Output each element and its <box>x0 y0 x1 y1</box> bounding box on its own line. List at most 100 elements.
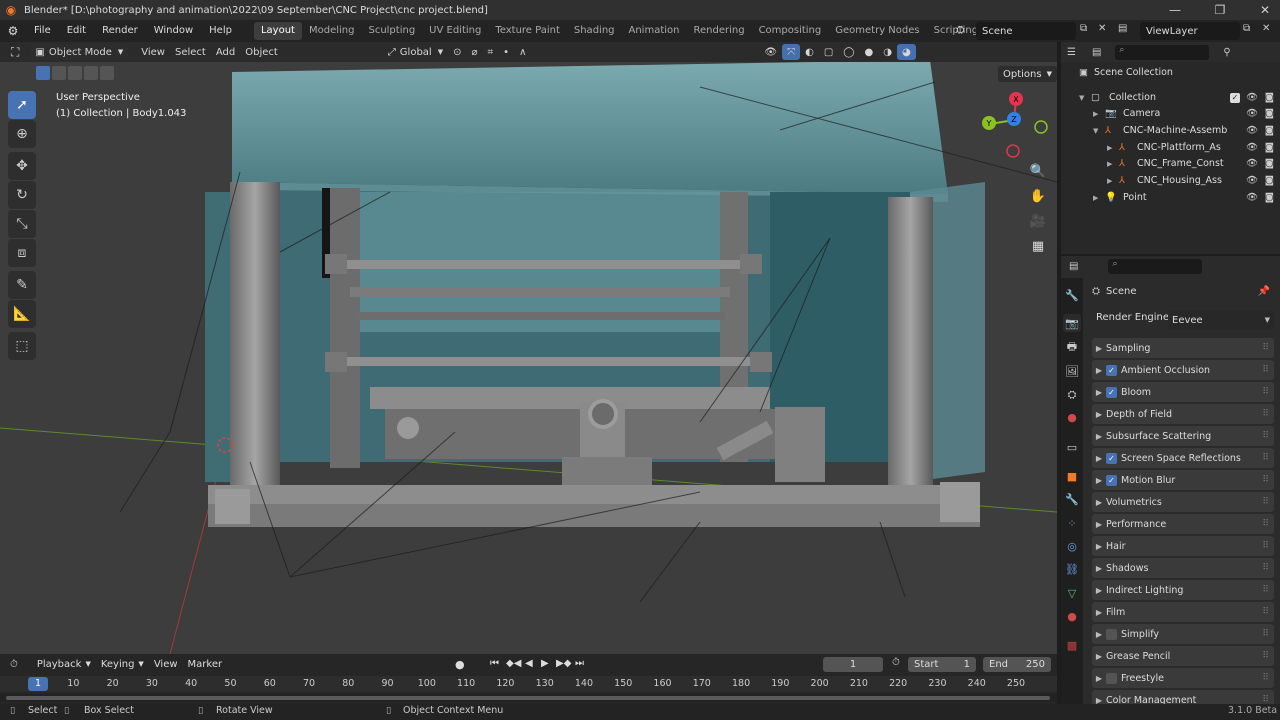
drag-grip-icon[interactable]: ⠿ <box>1262 651 1269 661</box>
play-icon[interactable]: ▶ <box>541 658 549 669</box>
outliner-search-input[interactable]: ⌕ <box>1115 44 1210 60</box>
tab-modeling[interactable]: Modeling <box>302 22 362 40</box>
rendered-shading-icon[interactable]: ◕ <box>896 44 916 60</box>
expand-arrow-icon[interactable]: ▼ <box>1079 94 1089 102</box>
select-new-icon[interactable] <box>36 66 50 80</box>
overlay-toggle-icon[interactable]: ◐ <box>800 44 819 60</box>
view-layer-tab-icon[interactable]: 🖼 <box>1063 362 1081 380</box>
proportional-edit-icon[interactable]: • <box>498 44 514 60</box>
panel-bloom[interactable]: ▶ ✓ Bloom ⠿ <box>1092 382 1274 402</box>
measure-tool-icon[interactable]: 📐 <box>8 300 36 328</box>
expand-arrow-icon[interactable]: ▶ <box>1107 144 1117 152</box>
delete-scene-icon[interactable]: ✕ <box>1098 23 1106 34</box>
outliner-item[interactable]: ▼ ⅄ CNC-Machine-Assemb 👁 ◙ <box>1061 122 1280 139</box>
tab-geometry-nodes[interactable]: Geometry Nodes <box>828 22 926 40</box>
drag-grip-icon[interactable]: ⠿ <box>1262 563 1269 573</box>
tab-rendering[interactable]: Rendering <box>686 22 751 40</box>
outliner-item[interactable]: ▶ 💡 Point 👁 ◙ <box>1061 189 1280 206</box>
tab-layout[interactable]: Layout <box>253 22 302 40</box>
timeline-editor-icon[interactable]: ⏱ <box>10 659 18 670</box>
outliner-item[interactable]: ▶ 📷 Camera 👁 ◙ <box>1061 105 1280 122</box>
new-view-layer-icon[interactable]: ⧉ <box>1243 23 1250 34</box>
modifiers-tab-icon[interactable]: 🔧 <box>1063 490 1081 508</box>
visibility-eye-icon[interactable]: 👁 <box>1246 142 1258 153</box>
render-visibility-icon[interactable]: ◙ <box>1265 125 1274 136</box>
menu-edit[interactable]: Edit <box>59 20 94 42</box>
drag-grip-icon[interactable]: ⠿ <box>1262 409 1269 419</box>
panel-simplify[interactable]: ▶ Simplify ⠿ <box>1092 624 1274 644</box>
new-scene-icon[interactable]: ⧉ <box>1080 23 1087 34</box>
select-subtract-icon[interactable] <box>68 66 82 80</box>
tab-compositing[interactable]: Compositing <box>752 22 829 40</box>
menu-add[interactable]: Add <box>211 44 240 60</box>
select-extend-icon[interactable] <box>52 66 66 80</box>
close-icon[interactable]: ✕ <box>1250 0 1280 20</box>
view-layer-field[interactable]: ViewLayer <box>1140 22 1240 40</box>
timeline-scrollbar[interactable] <box>6 696 1050 700</box>
3d-viewport[interactable] <box>0 42 1057 654</box>
render-visibility-icon[interactable]: ◙ <box>1265 108 1274 119</box>
panel-volumetrics[interactable]: ▶ Volumetrics ⠿ <box>1092 492 1274 512</box>
tool-tab-icon[interactable]: 🔧 <box>1063 286 1081 304</box>
drag-grip-icon[interactable]: ⠿ <box>1262 541 1269 551</box>
delete-view-layer-icon[interactable]: ✕ <box>1262 23 1270 34</box>
render-tab-icon[interactable]: 📷 <box>1063 314 1081 332</box>
render-visibility-icon[interactable]: ◙ <box>1265 92 1274 103</box>
mode-selector[interactable]: ▣ Object Mode ▼ <box>30 44 129 60</box>
drag-grip-icon[interactable]: ⠿ <box>1262 453 1269 463</box>
scene-tab-icon[interactable]: ⛭ <box>1063 386 1081 404</box>
panel-hair[interactable]: ▶ Hair ⠿ <box>1092 536 1274 556</box>
expand-arrow-icon[interactable]: ▶ <box>1093 110 1103 118</box>
menu-object[interactable]: Object <box>240 44 283 60</box>
drag-grip-icon[interactable]: ⠿ <box>1262 475 1269 485</box>
visibility-eye-icon[interactable]: 👁 <box>1246 108 1258 119</box>
world-tab-icon[interactable]: ● <box>1063 408 1081 426</box>
tab-animation[interactable]: Animation <box>622 22 687 40</box>
drag-grip-icon[interactable]: ⠿ <box>1262 431 1269 441</box>
next-keyframe-icon[interactable]: ▶◆ <box>556 658 571 669</box>
minimize-icon[interactable]: — <box>1160 0 1190 20</box>
prev-keyframe-icon[interactable]: ◆◀ <box>506 658 521 669</box>
navigation-gizmo[interactable]: X Y Z <box>978 90 1050 162</box>
drag-grip-icon[interactable]: ⠿ <box>1262 585 1269 595</box>
visibility-eye-icon[interactable]: 👁 <box>1246 125 1258 136</box>
scene-field[interactable]: Scene <box>976 22 1076 40</box>
render-engine-select[interactable]: Eevee ▼ <box>1168 311 1274 329</box>
data-tab-icon[interactable]: ▽ <box>1063 584 1081 602</box>
constraints-tab-icon[interactable]: ⛓ <box>1063 560 1081 578</box>
scene-icon[interactable]: ⛭ <box>956 23 965 37</box>
tab-shading[interactable]: Shading <box>567 22 622 40</box>
panel-ambient-occlusion[interactable]: ▶ ✓ Ambient Occlusion ⠿ <box>1092 360 1274 380</box>
menu-select[interactable]: Select <box>170 44 211 60</box>
select-tool-icon[interactable]: ➚ <box>8 91 36 119</box>
render-visibility-icon[interactable]: ◙ <box>1265 192 1274 203</box>
select-intersect-icon[interactable] <box>100 66 114 80</box>
drag-grip-icon[interactable]: ⠿ <box>1262 497 1269 507</box>
panel-checkbox[interactable]: ✓ <box>1106 452 1117 464</box>
panel-film[interactable]: ▶ Film ⠿ <box>1092 602 1274 622</box>
texture-tab-icon[interactable]: ▩ <box>1063 636 1081 654</box>
render-visibility-icon[interactable]: ◙ <box>1265 158 1274 169</box>
panel-checkbox[interactable]: ✓ <box>1106 474 1117 486</box>
object-tab-icon[interactable]: ■ <box>1063 467 1081 485</box>
move-tool-icon[interactable]: ✥ <box>8 152 36 180</box>
annotate-tool-icon[interactable]: ✎ <box>8 271 36 299</box>
particles-tab-icon[interactable]: ⁘ <box>1063 514 1081 532</box>
drag-grip-icon[interactable]: ⠿ <box>1262 343 1269 353</box>
xray-toggle-icon[interactable]: ▢ <box>819 44 838 60</box>
menu-keying[interactable]: Keying ▼ <box>96 656 149 672</box>
physics-tab-icon[interactable]: ◎ <box>1063 537 1081 555</box>
view-layer-icon[interactable]: ▤ <box>1118 23 1127 34</box>
display-mode-icon[interactable]: ▤ <box>1092 47 1101 58</box>
end-frame-field[interactable]: End 250 <box>983 657 1051 672</box>
pan-hand-icon[interactable]: ✋ <box>1026 184 1050 208</box>
properties-editor-icon[interactable]: ▤ <box>1069 261 1078 272</box>
record-icon[interactable]: ● <box>455 658 465 671</box>
panel-screen-space-reflections[interactable]: ▶ ✓ Screen Space Reflections ⠿ <box>1092 448 1274 468</box>
exclude-checkbox[interactable]: ✓ <box>1230 92 1240 103</box>
outliner-item[interactable]: ▶ ⅄ CNC_Frame_Const 👁 ◙ <box>1061 155 1280 172</box>
gizmo-toggle-icon[interactable]: ⤧ <box>782 44 801 60</box>
play-reverse-icon[interactable]: ◀ <box>525 658 533 669</box>
menu-marker[interactable]: Marker <box>183 656 228 672</box>
tab-uv-editing[interactable]: UV Editing <box>422 22 488 40</box>
